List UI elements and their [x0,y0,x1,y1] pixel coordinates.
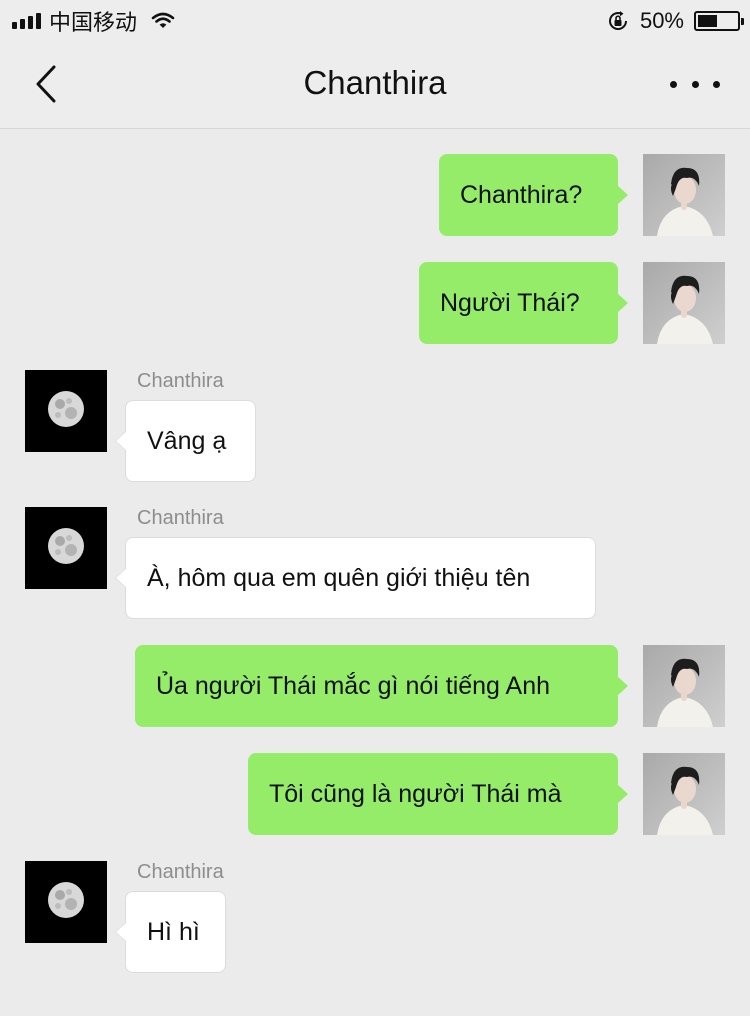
my-avatar[interactable] [643,753,725,835]
my-avatar[interactable] [643,262,725,344]
message-bubble[interactable]: À, hôm qua em quên giới thiệu tên [115,537,596,619]
message-bubble[interactable]: Vâng ạ [115,400,256,482]
sender-name: Chanthira [137,507,224,529]
contact-avatar[interactable] [25,861,107,943]
message-bubble[interactable]: Hì hì [115,891,226,973]
rotation-lock-icon [606,9,630,33]
status-right: 50% [606,8,744,34]
message-bubble[interactable]: Chanthira? [439,154,628,236]
sender-name: Chanthira [137,370,224,392]
my-avatar[interactable] [643,154,725,236]
wifi-icon [151,12,175,30]
message-bubble[interactable]: Tôi cũng là người Thái mà [248,753,628,835]
battery-percent: 50% [639,8,684,33]
message-bubble[interactable]: Người Thái? [419,262,628,344]
more-options-button[interactable] [670,68,720,100]
signal-bars-icon [12,13,41,29]
more-dots-icon [670,80,677,88]
chat-title: Chanthira [303,64,447,101]
battery-icon [694,11,744,31]
nav-bar: Chanthira [0,42,750,129]
status-bar: 中国移动 50% [0,0,750,42]
battery-level [698,15,717,27]
my-avatar[interactable] [643,645,725,727]
contact-avatar[interactable] [25,507,107,589]
sender-name: Chanthira [137,861,224,883]
status-left: 中国移动 [12,5,175,37]
contact-avatar[interactable] [25,370,107,452]
carrier-name: 中国移动 [49,10,138,35]
message-bubble[interactable]: Ủa người Thái mắc gì nói tiếng Anh [135,645,628,727]
